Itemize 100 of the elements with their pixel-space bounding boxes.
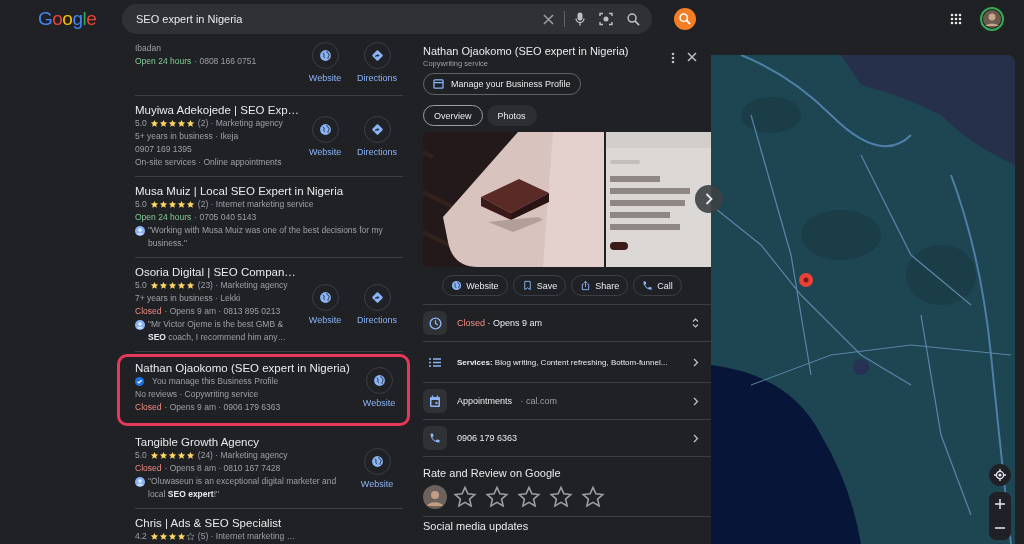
tab[interactable]: Overview [423, 105, 483, 126]
phone-icon [642, 280, 654, 291]
hours-phone: · Opens 8 am · 0810 167 7428 [164, 462, 281, 475]
microphone-icon[interactable] [575, 12, 585, 26]
reviewer-avatar-icon [135, 320, 145, 330]
close-icon[interactable] [687, 52, 697, 62]
star-icon [176, 451, 186, 460]
star-icon [176, 532, 186, 541]
chevron-right-icon[interactable] [693, 433, 699, 443]
search-button[interactable] [674, 8, 696, 30]
result-detail: 5+ years in business · Ikeja [135, 130, 240, 143]
review-count: (2) · Internet marketing service [197, 198, 314, 211]
star-icon [158, 532, 168, 541]
tab[interactable]: Photos [486, 105, 537, 126]
rating-star-icon [581, 485, 605, 509]
result-detail: On-site services · Online appointments [135, 156, 283, 169]
booking-link[interactable]: · cal.com [520, 396, 558, 406]
rating-value: 5.0 [135, 449, 147, 462]
review-snippet: "Oluwaseun is an exceptional digital marketer and local SEO expert!" [148, 475, 338, 501]
open-status: Closed [457, 318, 485, 328]
search-icon [679, 13, 691, 25]
verified-icon [135, 377, 144, 386]
globe-icon [372, 374, 386, 387]
review-snippet: "Working with Musa Muiz was one of the best decisions for my business." [148, 224, 384, 250]
phone-icon [429, 432, 441, 444]
globe-icon [370, 454, 384, 468]
star-icon [167, 451, 177, 460]
chevron-right-icon[interactable] [693, 396, 699, 406]
star-icon [149, 119, 159, 128]
hours-phone: · Opens 9 am · 0813 895 0213 [164, 305, 281, 318]
open-status: Closed [135, 462, 162, 475]
directions-icon [370, 291, 384, 304]
business-title: Nathan Ojaokomo (SEO expert in Nigeria) [423, 44, 629, 59]
opening-time: · Opens 9 am [487, 318, 543, 328]
reviewer-avatar-icon [135, 226, 145, 236]
user-avatar [423, 485, 447, 509]
result-title[interactable]: Muyiwa Adekojede | SEO Exp… [135, 103, 300, 117]
search-icon[interactable] [627, 12, 640, 26]
open-status: Closed [135, 401, 162, 414]
rating-value: 5.0 [135, 198, 147, 211]
star-icon [185, 119, 195, 128]
review-count: (5) · Internet marketing … [197, 530, 296, 543]
review-count: (23) · Marketing agency [197, 279, 288, 292]
bookmark-icon [521, 280, 533, 291]
star-icon [185, 281, 195, 290]
my-location-icon [994, 469, 1006, 481]
expand-icon[interactable] [692, 318, 699, 328]
website-button[interactable]: Website [351, 447, 403, 489]
globe-icon [318, 291, 332, 304]
star-icon [167, 200, 177, 209]
clear-icon[interactable] [543, 13, 554, 25]
website-button[interactable]: Website [299, 284, 351, 325]
section-heading: Rate and Review on Google [423, 467, 562, 479]
rating-value: 5.0 [135, 117, 147, 130]
review-count: (2) · Marketing agency [197, 117, 283, 130]
search-field[interactable]: SEO expert in Nigeria [122, 4, 652, 34]
rating-star-icon [453, 485, 477, 509]
search-input[interactable]: SEO expert in Nigeria [136, 13, 529, 25]
star-icon [185, 532, 195, 541]
result-title[interactable]: Chris | Ads & SEO Specialist [135, 516, 282, 530]
rating-value: 5.0 [135, 279, 147, 292]
open-status: Open 24 hours [135, 211, 192, 224]
result-title[interactable]: Osoria Digital | SEO Compan… [135, 265, 296, 279]
reviewer-avatar-icon [135, 477, 145, 487]
user-avatar[interactable] [980, 7, 1004, 31]
more-options-icon[interactable] [671, 52, 675, 64]
website-button[interactable]: Website [353, 367, 405, 408]
star-icon [176, 200, 186, 209]
chevron-right-icon[interactable] [693, 357, 699, 367]
star-icon [167, 119, 177, 128]
hours-phone: · 0705 040 5143 [194, 211, 257, 224]
directions-button[interactable]: Directions [351, 42, 403, 83]
star-icon [149, 200, 159, 209]
directions-button[interactable]: Directions [351, 115, 404, 157]
star-icon [149, 451, 159, 460]
calendar-icon [429, 394, 441, 408]
hours-phone: · Opens 9 am · 0906 179 6363 [164, 401, 281, 414]
directions-icon [370, 122, 384, 136]
highlighted-result[interactable]: Nathan Ojaokomo (SEO expert in Nigeria) You manage this Business Profile No reviews · Copywriting service Closed · Opens 9 am · 0906 179 6363 Website [117, 354, 410, 426]
directions-button[interactable]: Directions [351, 284, 403, 325]
google-logo[interactable]: Google [38, 8, 112, 30]
rating-star-icon [517, 485, 541, 509]
result-title[interactable]: Musa Muiz | Local SEO Expert in Nigeria [135, 184, 344, 198]
camera-icon[interactable] [599, 12, 613, 26]
chevron-right-icon [705, 193, 713, 205]
globe-icon [318, 122, 332, 136]
rating-star-icon [485, 485, 509, 509]
result-detail: 7+ years in business · Lekki [135, 292, 242, 305]
hours-phone: · 0808 166 0751 [194, 55, 257, 68]
globe-icon [318, 49, 332, 62]
star-icon [176, 119, 186, 128]
result-title[interactable]: Nathan Ojaokomo (SEO expert in Nigeria) [135, 361, 350, 375]
website-button[interactable]: Website [299, 42, 351, 83]
apps-menu-icon[interactable] [950, 13, 962, 25]
star-icon [185, 200, 195, 209]
clock-icon [428, 316, 442, 330]
review-snippet: "Mr Victor Ojeme is the best GMB & SEO coach, I recommend him any… [148, 318, 287, 344]
website-button[interactable]: Website [299, 115, 352, 157]
star-icon [158, 200, 168, 209]
result-title[interactable]: Tangible Growth Agency [135, 435, 260, 449]
